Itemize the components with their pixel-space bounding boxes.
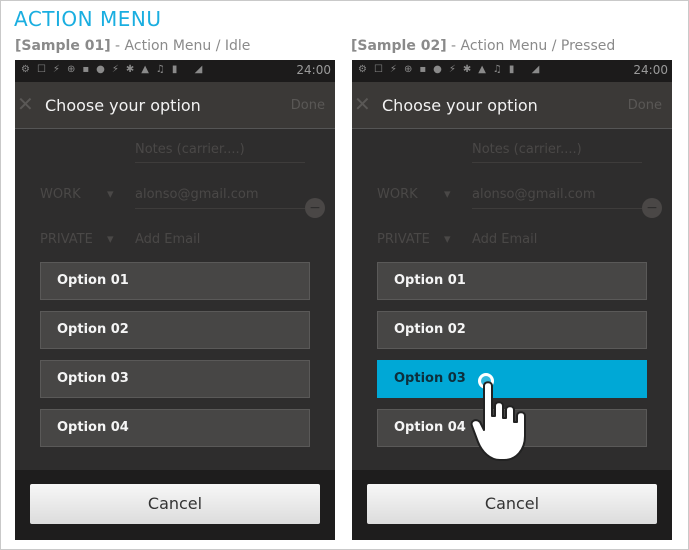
divider (135, 162, 305, 163)
notes-placeholder: Notes (carrier....) (135, 142, 245, 157)
chevron-down-icon: ▾ (444, 232, 451, 247)
work-label: WORK (377, 187, 418, 202)
status-icons: ⚙☐⚡⊕▪●⚡✱▲♫▮ ◢ (21, 64, 210, 75)
sample-caption-rest: - Action Menu / Pressed (446, 38, 616, 54)
notes-placeholder: Notes (carrier....) (472, 142, 582, 157)
cancel-button[interactable]: Cancel (367, 484, 657, 524)
option-list: Option 01 Option 02 Option 03 Option 04 (40, 262, 310, 458)
option-03-button[interactable]: Option 03 (40, 360, 310, 398)
tap-hand-icon (470, 381, 526, 461)
chevron-down-icon: ▾ (107, 232, 114, 247)
chevron-down-icon: ▾ (107, 187, 114, 202)
private-label: PRIVATE (377, 232, 430, 247)
option-04-button[interactable]: Option 04 (40, 409, 310, 447)
close-icon: ✕ (17, 92, 34, 116)
remove-icon: − (642, 198, 662, 218)
email-value: alonso@gmail.com (472, 187, 596, 202)
divider (472, 208, 642, 209)
add-email-placeholder: Add Email (135, 232, 201, 247)
option-01-button[interactable]: Option 01 (377, 262, 647, 300)
status-time: 24:00 (633, 63, 668, 77)
remove-icon: − (305, 198, 325, 218)
option-02-button[interactable]: Option 02 (40, 311, 310, 349)
private-label: PRIVATE (40, 232, 93, 247)
page-title: ACTION MENU (14, 7, 162, 31)
close-icon: ✕ (354, 92, 371, 116)
sheet-title: Choose your option (45, 96, 201, 115)
action-bar: ✕ Choose your option Done (15, 82, 335, 129)
sample-caption-2: [Sample 02] - Action Menu / Pressed (351, 38, 615, 54)
sample-caption-rest: - Action Menu / Idle (110, 38, 251, 54)
status-bar: ⚙☐⚡⊕▪●⚡✱▲♫▮ ◢ 24:00 (352, 60, 672, 82)
chevron-down-icon: ▾ (444, 187, 451, 202)
divider (472, 162, 642, 163)
action-bar: ✕ Choose your option Done (352, 82, 672, 129)
status-bar: ⚙☐⚡⊕▪●⚡✱▲♫▮ ◢ 24:00 (15, 60, 335, 82)
work-label: WORK (40, 187, 81, 202)
option-02-button[interactable]: Option 02 (377, 311, 647, 349)
sheet-title: Choose your option (382, 96, 538, 115)
phone-screen-idle: ⚙☐⚡⊕▪●⚡✱▲♫▮ ◢ 24:00 ✕ Choose your option… (15, 60, 335, 540)
option-01-button[interactable]: Option 01 (40, 262, 310, 300)
sample-caption-bold: [Sample 02] (351, 38, 447, 54)
status-icons: ⚙☐⚡⊕▪●⚡✱▲♫▮ ◢ (358, 64, 547, 75)
phone-screen-pressed: ⚙☐⚡⊕▪●⚡✱▲♫▮ ◢ 24:00 ✕ Choose your option… (352, 60, 672, 540)
cancel-button[interactable]: Cancel (30, 484, 320, 524)
sample-caption-bold: [Sample 01] (15, 38, 111, 54)
done-label: Done (627, 98, 662, 113)
done-label: Done (290, 98, 325, 113)
sample-caption-1: [Sample 01] - Action Menu / Idle (15, 38, 250, 54)
status-time: 24:00 (296, 63, 331, 77)
divider (135, 208, 305, 209)
email-value: alonso@gmail.com (135, 187, 259, 202)
add-email-placeholder: Add Email (472, 232, 538, 247)
